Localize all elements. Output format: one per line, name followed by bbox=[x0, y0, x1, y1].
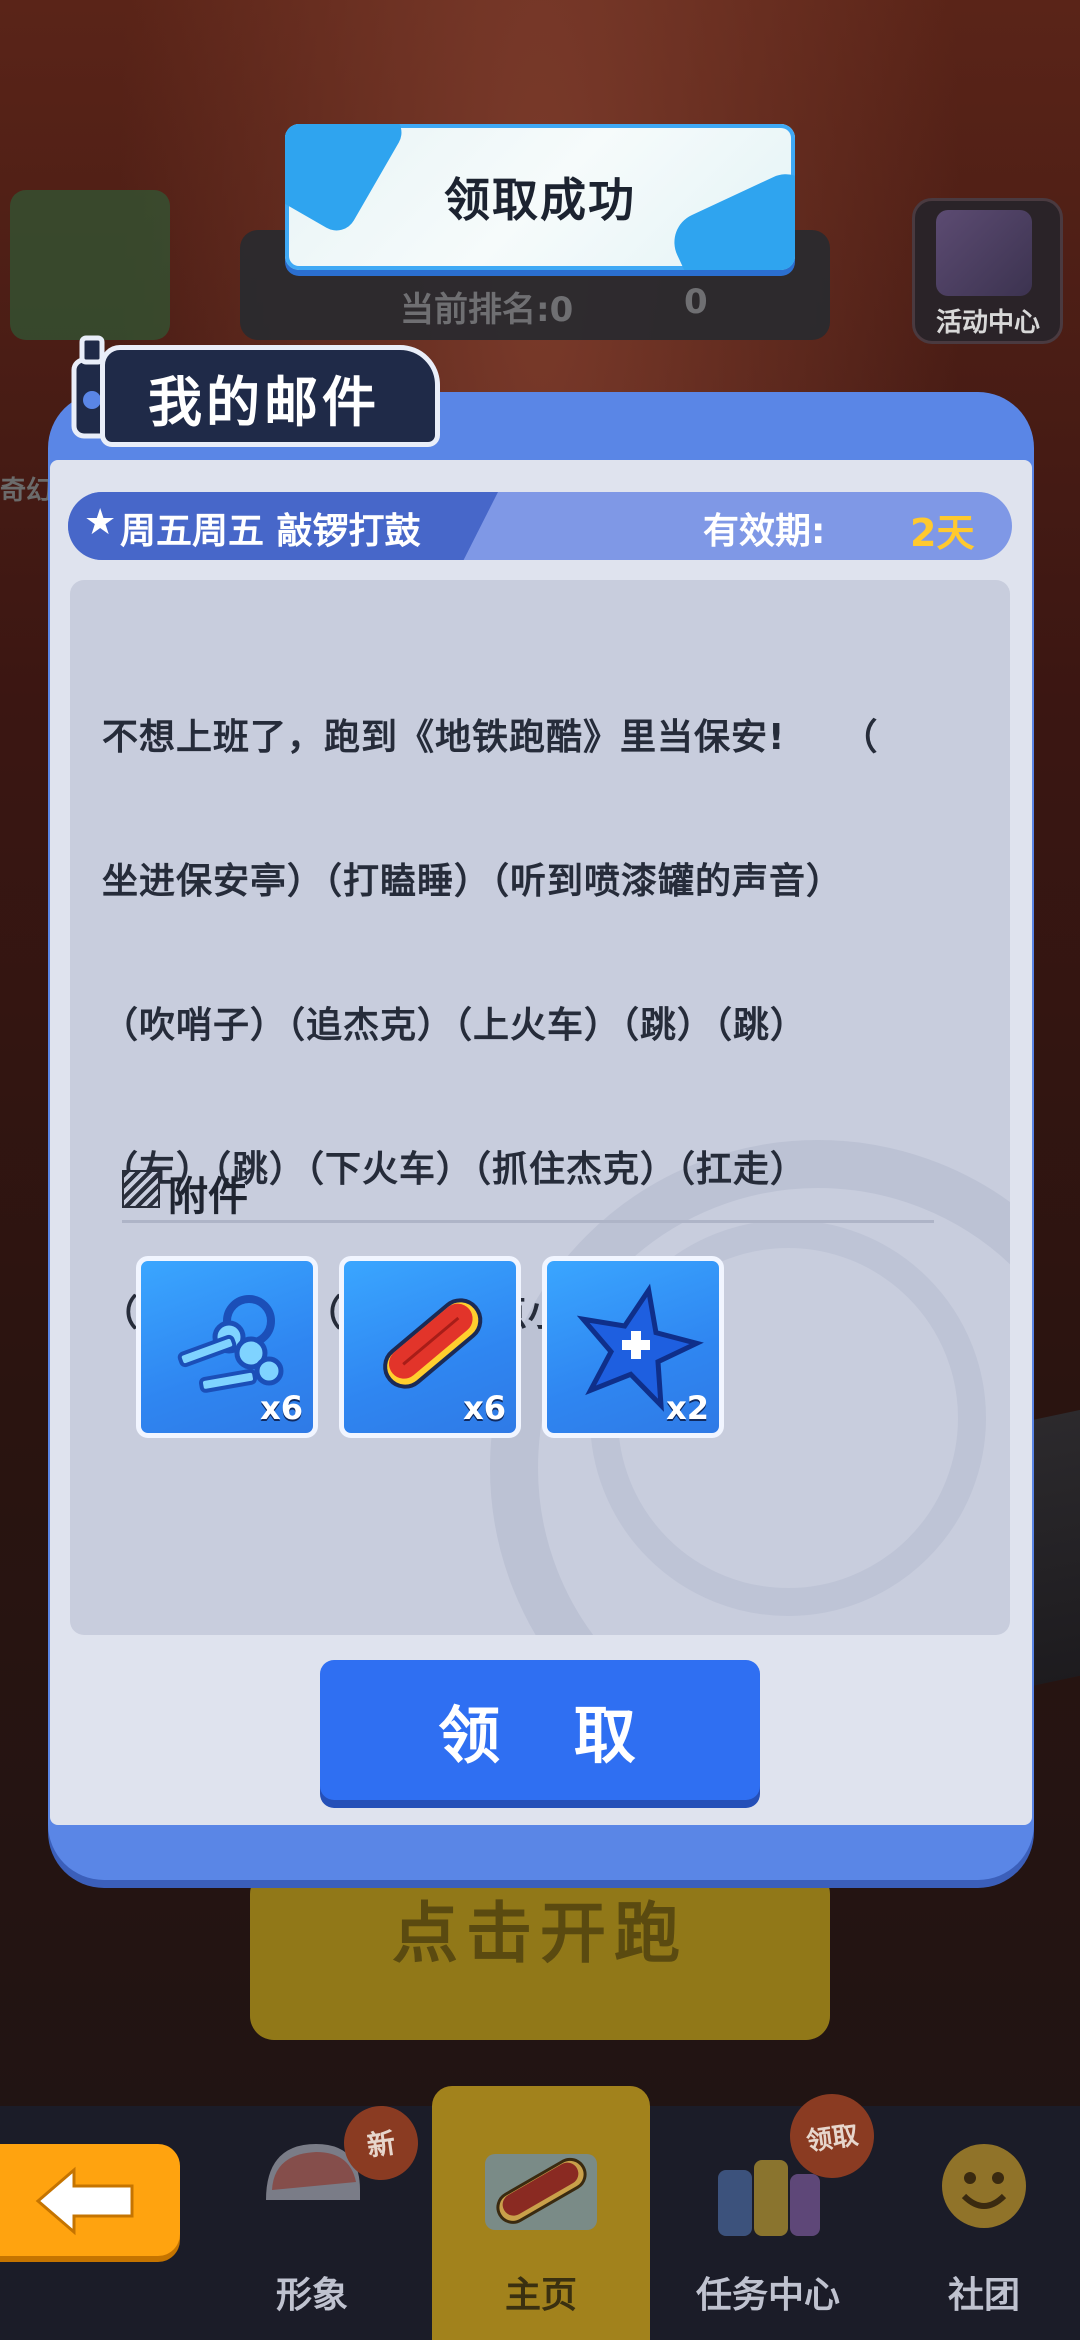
attachment-item-star[interactable]: x2 bbox=[542, 1256, 724, 1438]
item-count: x6 bbox=[463, 1389, 506, 1427]
event-center-label: 活动中心 bbox=[935, 308, 1040, 338]
background-side-label: 奇幻 bbox=[0, 476, 53, 506]
back-arrow-icon bbox=[35, 2166, 134, 2236]
attachments-label: 附件 bbox=[168, 1174, 248, 1220]
item-count: x6 bbox=[260, 1389, 303, 1427]
star-icon: ★ bbox=[84, 502, 117, 543]
success-toast: 领取成功 bbox=[285, 124, 795, 270]
background-knight-icon bbox=[10, 190, 170, 340]
trophy-count: 0 bbox=[684, 282, 708, 322]
nav-label: 主页 bbox=[504, 2275, 577, 2316]
calendar-icon bbox=[936, 210, 1032, 296]
attachment-item-hoverboard[interactable]: x6 bbox=[339, 1256, 521, 1438]
item-count: x2 bbox=[666, 1389, 709, 1427]
divider bbox=[122, 1220, 934, 1223]
smiley-icon bbox=[942, 2144, 1026, 2228]
start-run-label: 点击开跑 bbox=[392, 1895, 688, 1972]
toast-message: 领取成功 bbox=[444, 173, 636, 227]
nav-label: 形象 bbox=[275, 2275, 348, 2316]
validity-label: 有效期: bbox=[703, 511, 826, 552]
nav-item-home[interactable]: 主页 bbox=[441, 2110, 641, 2340]
hoverboard-home-icon bbox=[485, 2154, 597, 2230]
claim-button[interactable]: 领 取 bbox=[320, 1660, 760, 1800]
mail-body-line: 不想上班了，跑到《地铁跑酷》里当保安! （ bbox=[102, 717, 879, 758]
rank-text: 当前排名:0 bbox=[400, 290, 574, 330]
back-button[interactable] bbox=[0, 2144, 180, 2256]
nav-item-club[interactable]: 社团 bbox=[884, 2110, 1080, 2340]
mail-subject: 周五周五 敲锣打鼓 bbox=[120, 511, 421, 552]
validity-value: 2天 bbox=[910, 511, 975, 555]
mail-title: 我的邮件 bbox=[148, 371, 380, 434]
attachment-icon bbox=[122, 1170, 160, 1208]
nav-label: 任务中心 bbox=[695, 2275, 840, 2316]
nav-label: 社团 bbox=[947, 2275, 1020, 2316]
attachment-item-keys[interactable]: x6 bbox=[136, 1256, 318, 1438]
mail-body-line: 坐进保安亭）（打瞌睡）（听到喷漆罐的声音） bbox=[102, 861, 844, 902]
mail-subject-bar: ★ 周五周五 敲锣打鼓 bbox=[68, 492, 1012, 560]
mail-body-line: （吹哨子）（追杰克）（上火车）（跳）（跳） bbox=[102, 1005, 808, 1046]
